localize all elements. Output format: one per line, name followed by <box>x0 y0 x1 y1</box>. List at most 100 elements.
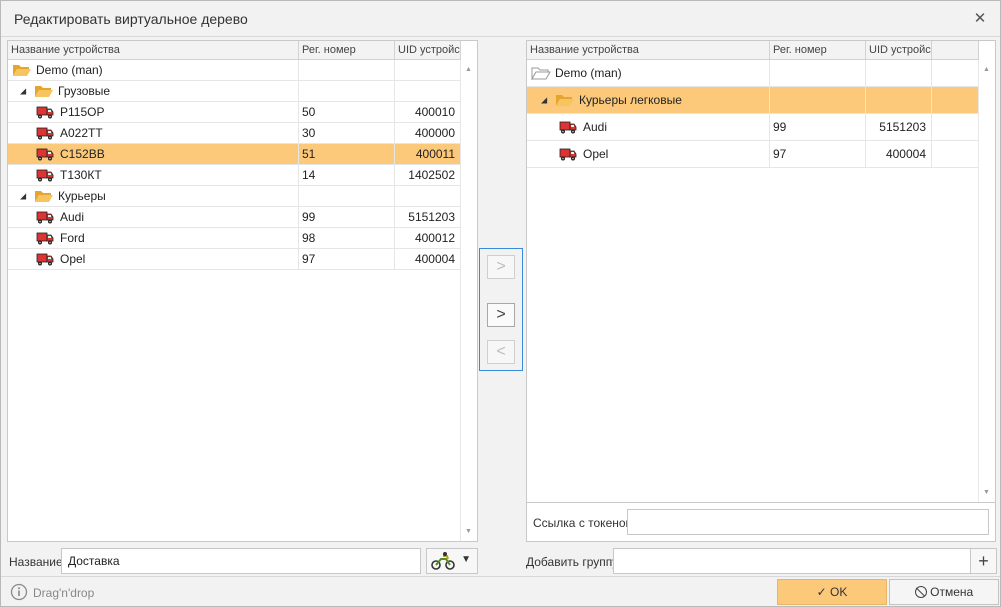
scroll-down-icon[interactable]: ▼ <box>465 528 472 535</box>
reg-number-cell <box>299 60 395 80</box>
source-tree-panel: Название устройства Рег. номер UID устро… <box>7 40 478 542</box>
reg-number: 50 <box>302 105 316 119</box>
device-uid: 400004 <box>414 252 455 266</box>
group-row[interactable]: Demo (man) <box>8 60 461 81</box>
reg-number: 99 <box>302 210 316 224</box>
column-header-extra <box>932 41 979 60</box>
device-row[interactable]: Audi 99 5151203 <box>527 114 979 141</box>
icon-picker-dropdown[interactable]: ▼ <box>426 548 478 574</box>
device-name: Т130КТ <box>60 168 102 182</box>
device-row[interactable]: Ford 98 400012 <box>8 228 461 249</box>
truck-icon <box>36 230 54 246</box>
uid-cell <box>395 60 461 80</box>
reg-number-cell: 14 <box>299 165 395 185</box>
uid-cell: 400004 <box>395 249 461 269</box>
group-row[interactable]: ◢ Курьеры легковые <box>527 87 979 114</box>
virtual-tree-scrollbar[interactable]: ▲ ▼ <box>978 60 995 502</box>
folder-icon <box>531 66 551 81</box>
scroll-up-icon[interactable]: ▲ <box>465 66 472 73</box>
remove-from-tree-button[interactable]: < <box>487 340 515 364</box>
uid-cell: 400010 <box>395 102 461 122</box>
name-cell: Demo (man) <box>8 60 299 80</box>
device-name: Грузовые <box>58 84 111 98</box>
device-row[interactable]: Opel 97 400004 <box>527 141 979 168</box>
device-uid: 400010 <box>414 105 455 119</box>
device-uid: 5151203 <box>408 210 455 224</box>
transfer-controls: > > < <box>479 248 523 371</box>
device-row[interactable]: А022ТТ 30 400000 <box>8 123 461 144</box>
column-header-reg-number[interactable]: Рег. номер <box>299 41 395 60</box>
device-name: Opel <box>60 252 86 266</box>
name-cell: С152ВВ <box>8 144 299 164</box>
virtual-tree-panel: Название устройства Рег. номер UID устро… <box>526 40 996 503</box>
truck-icon <box>559 119 577 135</box>
column-header-uid[interactable]: UID устройства <box>395 41 461 60</box>
add-group-button[interactable]: + <box>970 548 997 574</box>
edit-virtual-tree-dialog: Редактировать виртуальное дерево ✕ Назва… <box>0 0 1001 607</box>
folder-icon <box>555 93 575 107</box>
folder-icon <box>12 63 32 77</box>
truck-icon <box>36 125 54 141</box>
source-tree-header: Название устройства Рег. номер UID устро… <box>8 41 461 60</box>
truck-icon <box>559 146 577 162</box>
reg-number: 51 <box>302 147 316 161</box>
expand-toggle-icon[interactable]: ◢ <box>20 192 26 201</box>
group-name-input[interactable]: Доставка <box>61 548 421 574</box>
reg-number: 98 <box>302 231 316 245</box>
column-header-uid[interactable]: UID устройства <box>866 41 932 60</box>
reg-number-cell <box>299 81 395 101</box>
add-group-input[interactable] <box>613 548 971 574</box>
name-label: Название <box>9 555 63 569</box>
device-name: Audi <box>583 120 608 134</box>
group-row[interactable]: Demo (man) <box>527 60 979 87</box>
name-cell: Opel <box>8 249 299 269</box>
device-name: Opel <box>583 147 609 161</box>
device-uid: 1402502 <box>408 168 455 182</box>
cancel-button[interactable]: Отмена <box>889 579 999 605</box>
close-icon[interactable]: ✕ <box>970 9 990 29</box>
group-row[interactable]: ◢ Грузовые <box>8 81 461 102</box>
device-name: Р115ОР <box>60 105 105 119</box>
expand-toggle-icon[interactable]: ◢ <box>541 96 547 105</box>
dialog-title: Редактировать виртуальное дерево <box>14 11 248 27</box>
name-cell: Ford <box>8 228 299 248</box>
truck-icon <box>36 209 54 225</box>
add-to-tree-button[interactable]: > <box>487 255 515 279</box>
expand-toggle-icon[interactable]: ◢ <box>20 87 26 96</box>
cancel-label: Отмена <box>930 585 974 599</box>
device-row[interactable]: Opel 97 400004 <box>8 249 461 270</box>
scroll-down-icon[interactable]: ▼ <box>983 489 990 496</box>
device-row[interactable]: Т130КТ 14 1402502 <box>8 165 461 186</box>
device-name: Demo (man) <box>36 63 103 77</box>
device-row[interactable]: С152ВВ 51 400011 <box>8 144 461 165</box>
motorcycle-icon <box>431 552 455 570</box>
add-group-label: Добавить группу <box>526 555 619 569</box>
device-uid: 400012 <box>414 231 455 245</box>
ok-button[interactable]: ✓ OK <box>777 579 887 605</box>
group-row[interactable]: ◢ Курьеры <box>8 186 461 207</box>
name-cell: ◢ Курьеры легковые <box>527 87 770 113</box>
uid-cell <box>866 87 932 113</box>
uid-cell: 5151203 <box>866 114 932 140</box>
device-row[interactable]: Audi 99 5151203 <box>8 207 461 228</box>
uid-cell <box>866 60 932 86</box>
extra-cell <box>932 87 979 113</box>
info-icon <box>10 583 28 601</box>
device-row[interactable]: Р115ОР 50 400010 <box>8 102 461 123</box>
source-tree-scrollbar[interactable]: ▲ ▼ <box>460 60 477 541</box>
token-row: Ссылка с токеном <box>526 503 996 542</box>
dialog-footer: Drag'n'drop ✓ OK Отмена <box>1 576 1000 606</box>
check-icon: ✓ <box>816 585 827 599</box>
name-cell: ◢ Грузовые <box>8 81 299 101</box>
column-header-device-name[interactable]: Название устройства <box>8 41 299 60</box>
column-header-reg-number[interactable]: Рег. номер <box>770 41 866 60</box>
move-to-tree-button[interactable]: > <box>487 303 515 327</box>
reg-number-cell: 30 <box>299 123 395 143</box>
scroll-up-icon[interactable]: ▲ <box>983 66 990 73</box>
virtual-tree-header: Название устройства Рег. номер UID устро… <box>527 41 979 60</box>
column-header-device-name[interactable]: Название устройства <box>527 41 770 60</box>
dialog-titlebar: Редактировать виртуальное дерево ✕ <box>1 1 1000 37</box>
extra-cell <box>932 141 979 167</box>
truck-icon <box>36 167 54 183</box>
token-link-input[interactable] <box>627 509 989 535</box>
